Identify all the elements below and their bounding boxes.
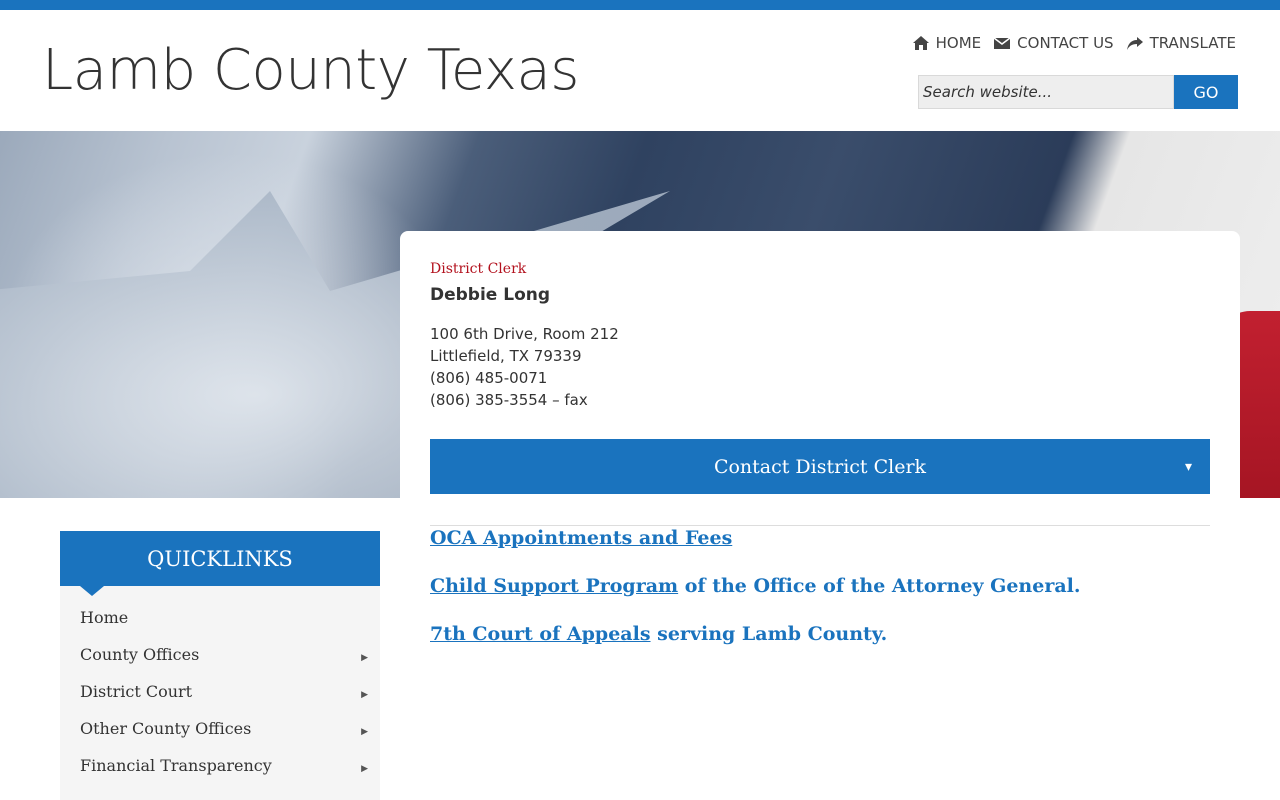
nav-translate-label: TRANSLATE [1149,34,1236,52]
quicklink-other-county-offices[interactable]: Other County Offices ▶ [60,714,380,751]
top-nav: HOME CONTACT US TRANSLATE [912,34,1236,52]
chevron-right-icon: ▶ [361,690,368,700]
fax-number: (806) 385-3554 – fax [430,391,588,409]
site-header: Lamb County Texas HOME CONTACT US TRANSL… [0,10,1280,131]
site-title[interactable]: Lamb County Texas [42,38,579,103]
phone-number: (806) 485-0071 [430,369,548,387]
link-suffix: of the Office of the Attorney General. [678,575,1081,597]
court-of-appeals-link[interactable]: 7th Court of Appeals [430,623,651,645]
official-name: Debbie Long [430,285,551,305]
search-input[interactable] [918,75,1174,109]
child-support-program-link[interactable]: Child Support Program [430,575,678,597]
link-suffix: serving Lamb County. [650,623,888,645]
oca-appointments-link[interactable]: OCA Appointments and Fees [430,527,732,549]
chevron-down-icon: ▾ [1184,459,1192,475]
chevron-right-icon: ▶ [361,653,368,663]
related-links: OCA Appointments and Fees Child Support … [430,526,1080,670]
share-arrow-icon [1126,37,1143,50]
quicklinks-title: QUICKLINKS [60,531,380,586]
link-paragraph: OCA Appointments and Fees [430,526,1080,574]
address-line-2: Littlefield, TX 79339 [430,347,582,365]
nav-home-link[interactable]: HOME [912,34,982,52]
envelope-icon [993,37,1011,49]
address-line-1: 100 6th Drive, Room 212 [430,325,619,343]
link-paragraph: Child Support Program of the Office of t… [430,574,1080,622]
contact-district-clerk-toggle[interactable]: Contact District Clerk ▾ [430,439,1210,494]
link-paragraph: 7th Court of Appeals serving Lamb County… [430,622,1080,670]
quicklink-financial-transparency[interactable]: Financial Transparency ▶ [60,751,380,788]
chevron-right-icon: ▶ [361,764,368,774]
search-form: GO [918,75,1238,109]
nav-home-label: HOME [935,34,982,52]
search-go-button[interactable]: GO [1174,75,1238,109]
quicklink-home[interactable]: Home [60,603,380,640]
top-accent-bar [0,0,1280,10]
office-role: District Clerk [430,261,527,277]
district-clerk-card: District Clerk Debbie Long 100 6th Drive… [400,231,1240,531]
nav-translate-link[interactable]: TRANSLATE [1126,34,1236,52]
office-address: 100 6th Drive, Room 212 Littlefield, TX … [430,323,619,411]
home-icon [912,36,929,50]
quicklinks-notch [80,586,104,596]
chevron-right-icon: ▶ [361,727,368,737]
quicklink-district-court[interactable]: District Court ▶ [60,677,380,714]
contact-toggle-label: Contact District Clerk [713,455,927,478]
nav-contact-link[interactable]: CONTACT US [993,34,1114,52]
quicklink-county-offices[interactable]: County Offices ▶ [60,640,380,677]
quicklinks-panel: QUICKLINKS Home County Offices ▶ District… [60,531,380,800]
nav-contact-label: CONTACT US [1017,34,1114,52]
quicklinks-list: Home County Offices ▶ District Court ▶ Oth… [60,603,380,788]
